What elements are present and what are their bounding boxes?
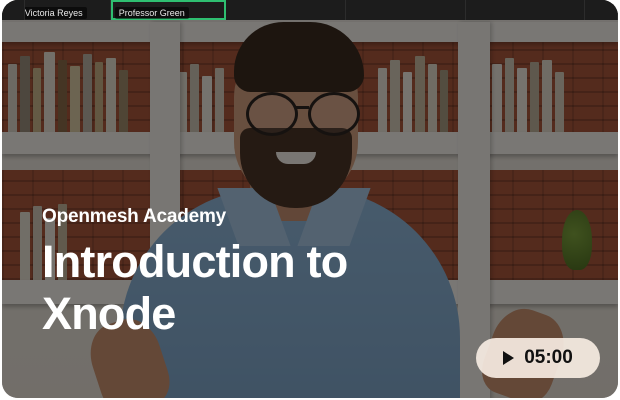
play-icon	[503, 351, 515, 365]
participant-tile[interactable]	[465, 0, 586, 20]
participant-tile[interactable]	[585, 0, 618, 20]
participant-tile[interactable]	[2, 0, 25, 20]
participant-strip: Victoria Reyes Professor Green	[2, 0, 618, 20]
video-duration: 05:00	[524, 347, 573, 368]
participant-tile-active-speaker[interactable]: Professor Green	[110, 0, 227, 20]
participant-tile[interactable]: Victoria Reyes	[24, 0, 111, 20]
participant-name: Victoria Reyes	[24, 7, 87, 19]
course-organization: Openmesh Academy	[42, 206, 227, 227]
video-card[interactable]: Victoria Reyes Professor Green Openmesh …	[2, 0, 618, 398]
participant-tile[interactable]	[226, 0, 347, 20]
participant-name: Professor Green	[114, 7, 189, 19]
course-title: Introduction to Xnode	[42, 236, 348, 339]
participant-tile[interactable]	[346, 0, 466, 20]
play-button[interactable]: 05:00	[476, 338, 600, 378]
